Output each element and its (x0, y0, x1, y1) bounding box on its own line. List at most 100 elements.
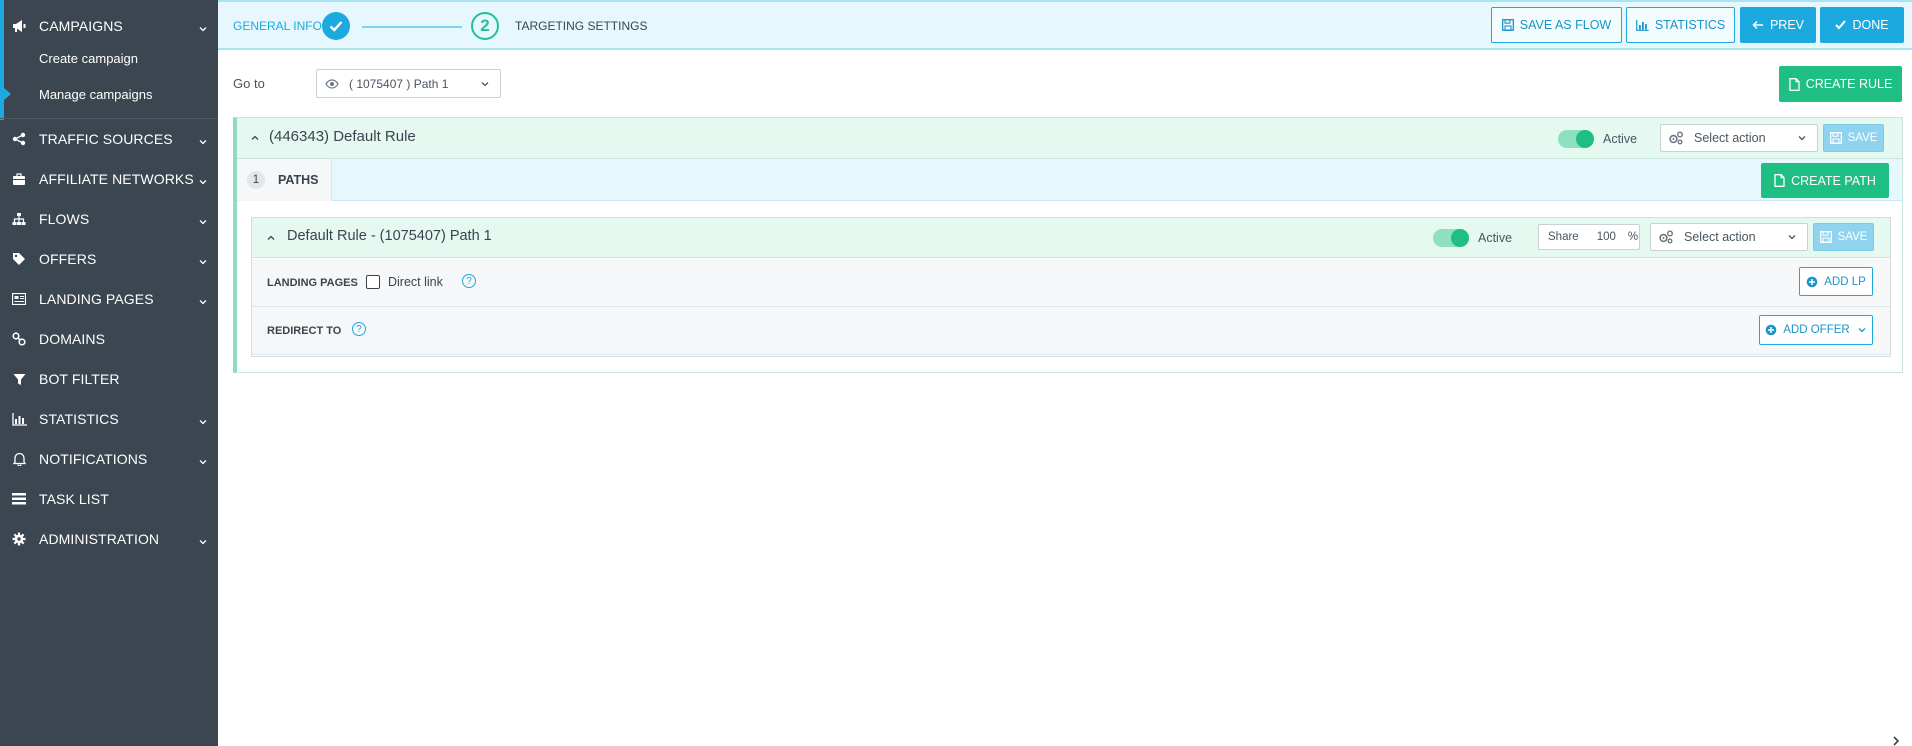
chevron-down-icon (480, 79, 490, 89)
list-icon (11, 491, 27, 507)
step-number-badge: 2 (471, 12, 499, 40)
done-button[interactable]: DONE (1820, 7, 1904, 43)
path-panel: Default Rule - (1075407) Path 1 Active S… (251, 217, 1891, 357)
chevron-down-icon (198, 21, 208, 32)
chevron-down-icon (198, 134, 208, 145)
sidebar-item-flows[interactable]: FLOWS (0, 199, 218, 239)
goto-path-select[interactable]: ( 1075407 ) Path 1 (316, 69, 501, 98)
sidebar-item-label: STATISTICS (39, 411, 119, 427)
collapse-path-chevron-up-icon[interactable] (266, 234, 276, 242)
sidebar-item-label: OFFERS (39, 251, 97, 267)
sidebar-item-label: TRAFFIC SOURCES (39, 131, 173, 147)
path-action-select[interactable]: Select action (1650, 223, 1808, 251)
sidebar-item-label: TASK LIST (39, 491, 109, 507)
create-path-button[interactable]: CREATE PATH (1761, 163, 1889, 198)
add-lp-button[interactable]: ADD LP (1799, 267, 1873, 296)
chevron-down-icon (198, 534, 208, 545)
tab-paths[interactable]: 1 PATHS (238, 159, 332, 201)
chevron-down-icon (1797, 133, 1807, 143)
sidebar-item-affiliate-networks[interactable]: AFFILIATE NETWORKS (0, 159, 218, 199)
path-header: Default Rule - (1075407) Path 1 Active S… (252, 218, 1890, 258)
chevron-down-icon (198, 294, 208, 305)
filter-icon (11, 371, 27, 387)
check-icon (1835, 20, 1847, 30)
prev-button[interactable]: PREV (1740, 7, 1816, 43)
gears-icon (1668, 131, 1684, 145)
sidebar-item-task-list[interactable]: TASK LIST (0, 479, 218, 519)
path-save-button[interactable]: SAVE (1813, 223, 1874, 251)
add-offer-label: ADD OFFER (1783, 324, 1850, 336)
chevron-down-icon (1787, 232, 1797, 242)
sidebar-current-marker (4, 88, 11, 100)
corner-chevron-right-icon (1890, 734, 1902, 746)
add-offer-button[interactable]: ADD OFFER (1759, 315, 1873, 345)
sidebar: CAMPAIGNS Create campaign Manage campaig… (0, 0, 218, 746)
sidebar-item-label: LANDING PAGES (39, 291, 154, 307)
direct-link-checkbox[interactable] (366, 275, 380, 289)
plus-circle-icon (1765, 324, 1777, 336)
create-rule-button[interactable]: CREATE RULE (1779, 66, 1902, 102)
done-label: DONE (1852, 18, 1889, 32)
share-value[interactable]: 100 (1597, 231, 1616, 243)
sidebar-item-landing-pages[interactable]: LANDING PAGES (0, 279, 218, 319)
chevron-down-icon (198, 214, 208, 225)
chevron-down-icon (198, 414, 208, 425)
direct-link-label: Direct link (388, 275, 443, 289)
floppy-icon (1819, 231, 1832, 243)
rule-panel: (446343) Default Rule Active Select acti… (233, 117, 1903, 373)
sidebar-item-label: NOTIFICATIONS (39, 451, 148, 467)
sidebar-item-bot-filter[interactable]: BOT FILTER (0, 359, 218, 399)
share-unit: % (1627, 231, 1639, 243)
rule-save-button[interactable]: SAVE (1823, 124, 1884, 152)
briefcase-icon (11, 171, 27, 187)
page-icon (11, 291, 27, 307)
floppy-icon (1501, 19, 1514, 31)
statistics-button[interactable]: STATISTICS (1626, 7, 1735, 43)
rule-save-label: SAVE (1847, 132, 1878, 144)
step-complete-check-icon (322, 12, 350, 40)
save-as-flow-label: SAVE AS FLOW (1519, 18, 1612, 32)
rule-header: (446343) Default Rule Active Select acti… (237, 118, 1902, 159)
sidebar-item-notifications[interactable]: NOTIFICATIONS (0, 439, 218, 479)
sidebar-item-offers[interactable]: OFFERS (0, 239, 218, 279)
sidebar-item-campaigns[interactable]: CAMPAIGNS (0, 6, 218, 46)
sidebar-item-administration[interactable]: ADMINISTRATION (0, 519, 218, 559)
link-icon (11, 331, 27, 347)
redirect-to-help-icon[interactable]: ? (352, 322, 366, 336)
sidebar-item-domains[interactable]: DOMAINS (0, 319, 218, 359)
path-title: Default Rule - (1075407) Path 1 (287, 228, 492, 244)
path-active-toggle[interactable] (1433, 229, 1469, 247)
share-icon (11, 131, 27, 147)
path-share-field[interactable]: Share 100 % (1538, 224, 1640, 250)
sidebar-item-traffic-sources[interactable]: TRAFFIC SOURCES (0, 119, 218, 159)
sidebar-item-statistics[interactable]: STATISTICS (0, 399, 218, 439)
redirect-to-label: REDIRECT TO (267, 325, 342, 337)
collapse-rule-chevron-up-icon[interactable] (250, 134, 260, 142)
save-as-flow-button[interactable]: SAVE AS FLOW (1491, 7, 1622, 43)
step-general-info[interactable]: GENERAL INFO (233, 19, 322, 33)
wizard-bar: GENERAL INFO 2 TARGETING SETTINGS SAVE A… (218, 0, 1912, 50)
tags-icon (11, 251, 27, 267)
sidebar-item-label: ADMINISTRATION (39, 531, 160, 547)
rule-title: (446343) Default Rule (269, 128, 416, 145)
chevron-down-icon (1857, 325, 1867, 335)
add-lp-label: ADD LP (1824, 275, 1866, 288)
file-icon (1789, 77, 1800, 91)
rule-action-select[interactable]: Select action (1660, 124, 1818, 152)
bar-chart-icon (11, 411, 27, 427)
sidebar-sub-manage-campaigns[interactable]: Manage campaigns (39, 87, 152, 102)
step-targeting-settings[interactable]: TARGETING SETTINGS (515, 19, 647, 33)
landing-pages-label: LANDING PAGES (267, 277, 358, 289)
sidebar-item-label: BOT FILTER (39, 371, 120, 387)
landing-pages-help-icon[interactable]: ? (462, 274, 476, 288)
eye-icon (325, 78, 339, 89)
path-action-value: Select action (1684, 230, 1756, 244)
rule-action-value: Select action (1694, 131, 1766, 145)
plus-circle-icon (1806, 276, 1818, 288)
path-save-label: SAVE (1837, 231, 1868, 243)
sidebar-sub-create-campaign[interactable]: Create campaign (39, 51, 138, 66)
tab-paths-label: PATHS (278, 173, 319, 187)
rule-active-toggle[interactable] (1558, 130, 1594, 148)
arrow-left-icon (1752, 20, 1764, 30)
prev-label: PREV (1769, 18, 1805, 32)
